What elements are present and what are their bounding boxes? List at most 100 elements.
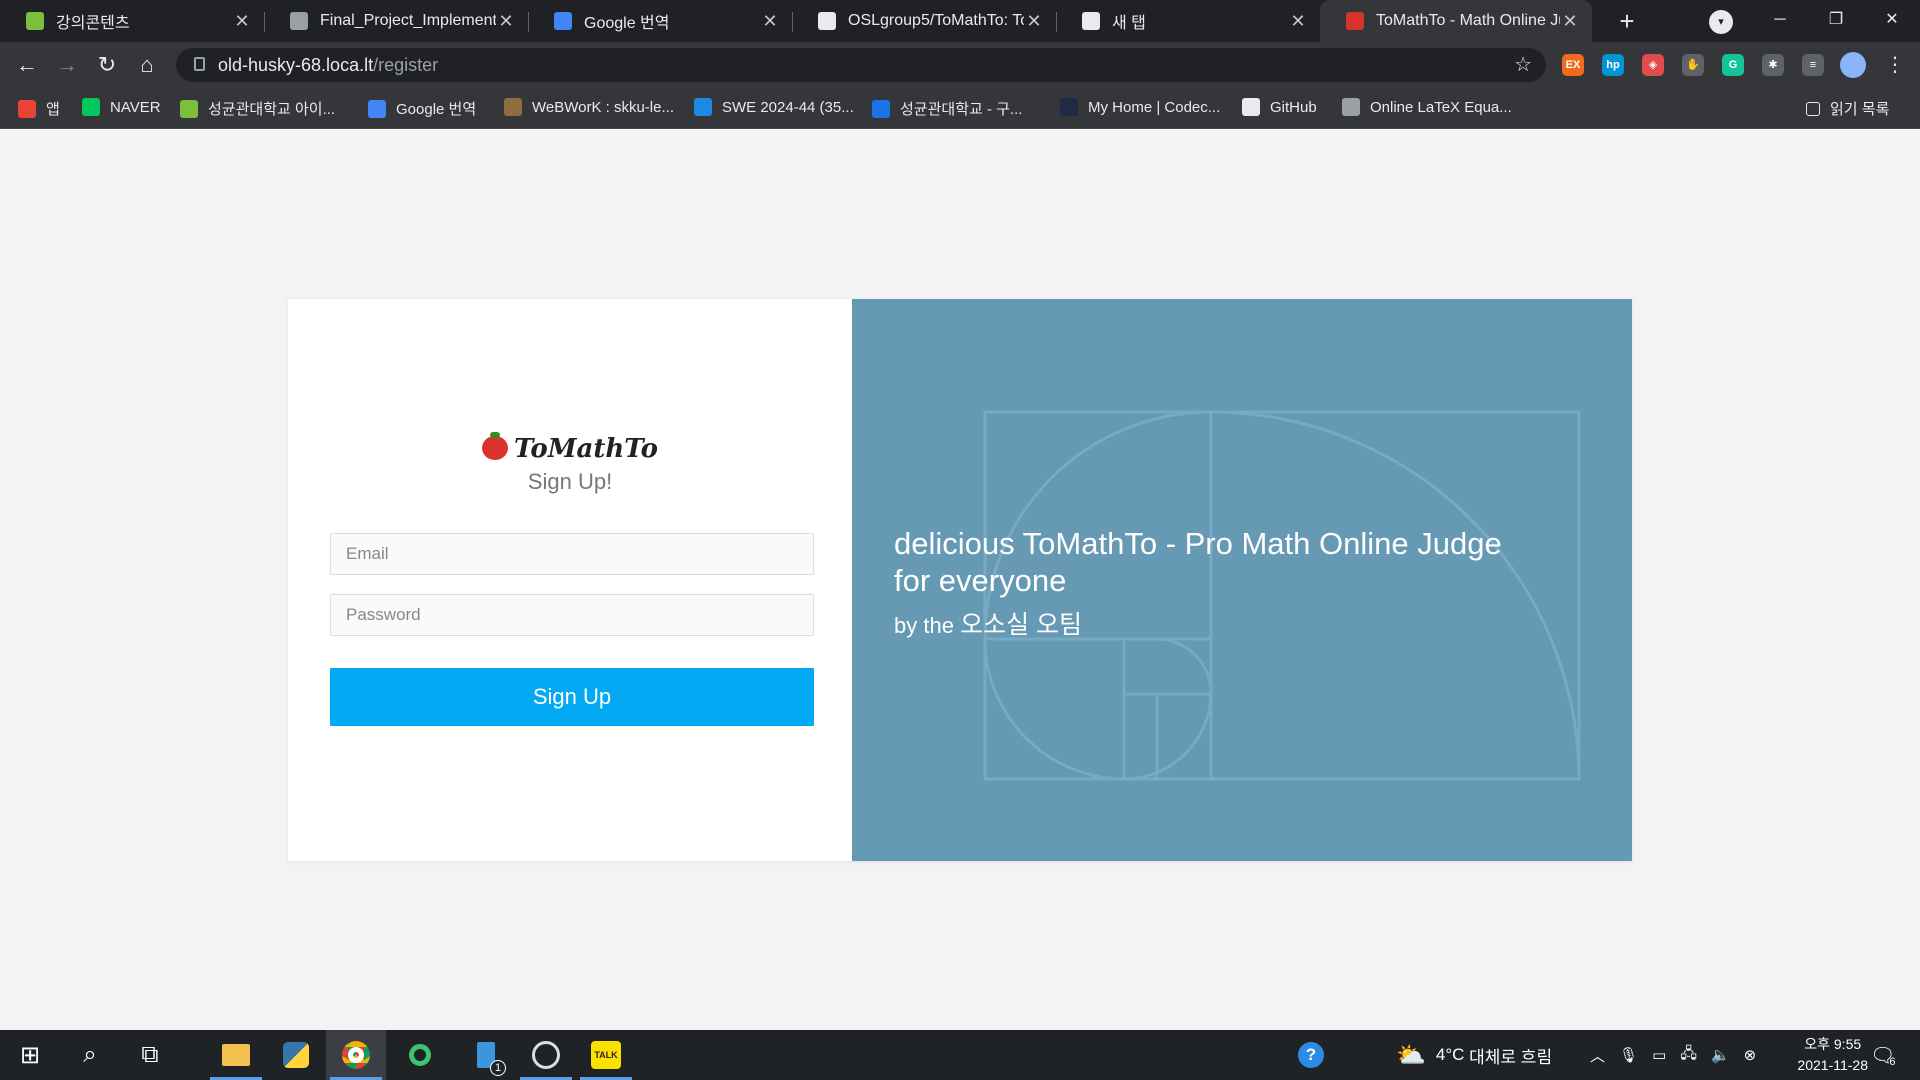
hand-extension-icon[interactable]: ✋ bbox=[1682, 54, 1704, 76]
bookmark-item[interactable]: WeBWorK : skku-le... bbox=[504, 98, 674, 116]
tomato-icon bbox=[1346, 12, 1364, 30]
bookmark-item[interactable]: NAVER bbox=[82, 98, 161, 116]
naver-icon bbox=[82, 98, 100, 116]
help-icon[interactable]: ? bbox=[1298, 1030, 1324, 1080]
close-tab-icon[interactable]: ✕ bbox=[1024, 11, 1044, 32]
home-button[interactable]: ⌂ bbox=[132, 50, 162, 80]
microphone-icon[interactable]: 🎙 bbox=[1619, 1046, 1638, 1064]
bookmark-label: 앱 bbox=[46, 101, 60, 118]
tab-3[interactable]: Google 번역 ✕ bbox=[528, 0, 792, 42]
bookmark-label: WeBWorK : skku-le... bbox=[532, 98, 674, 116]
ime-icon[interactable]: ⊗ bbox=[1744, 1046, 1757, 1064]
url-text[interactable]: old-husky-68.loca.lt/register bbox=[218, 55, 438, 76]
bookmark-item[interactable]: Online LaTeX Equa... bbox=[1342, 98, 1512, 116]
leaf-icon bbox=[180, 99, 198, 118]
password-field[interactable] bbox=[330, 594, 814, 636]
bookmark-star-icon[interactable]: ☆ bbox=[1514, 52, 1532, 77]
hero-panel: delicious ToMathTo - Pro Math Online Jud… bbox=[852, 299, 1632, 861]
ex-extension-icon[interactable]: EX bbox=[1562, 54, 1584, 76]
tab-4[interactable]: OSLgroup5/ToMathTo: ToMathTo✕ bbox=[792, 0, 1056, 42]
chrome-icon bbox=[1082, 12, 1100, 30]
close-tab-icon[interactable]: ✕ bbox=[760, 11, 780, 32]
tab-separator bbox=[1056, 12, 1057, 32]
search-icon[interactable]: ⌕ bbox=[60, 1030, 120, 1080]
windows-taskbar: ⊞ ⌕ ⧉ 1 TALK ? ⛅ 4°C 대체로 흐림 ︿ 🎙 ▭ 🖧 🔈 ⊗ 오… bbox=[0, 1030, 1920, 1080]
tab-6[interactable]: ToMathTo - Math Online Judge✕ bbox=[1320, 0, 1592, 42]
email-field[interactable] bbox=[330, 533, 814, 575]
leaf-icon bbox=[26, 12, 44, 30]
clock[interactable]: 오후 9:55 2021-11-28 bbox=[1797, 1034, 1868, 1076]
register-card: ToMathTo Sign Up! Sign Up bbox=[288, 299, 1632, 861]
reload-button[interactable]: ↻ bbox=[92, 50, 122, 80]
close-tab-icon[interactable]: ✕ bbox=[496, 11, 516, 32]
gear-icon bbox=[1342, 98, 1360, 116]
notification-center-icon[interactable]: 🗨 6 bbox=[1870, 1030, 1896, 1080]
volume-icon[interactable]: 🔈 bbox=[1711, 1046, 1730, 1064]
bookmark-item[interactable]: 성균관대학교 아이... bbox=[180, 98, 335, 119]
bookmark-item[interactable]: My Home | Codec... bbox=[1060, 98, 1220, 116]
new-tab-button[interactable]: + bbox=[1612, 6, 1642, 36]
tab-5[interactable]: 새 탭 ✕ bbox=[1056, 0, 1320, 42]
brand-logo: ToMathTo bbox=[288, 432, 852, 464]
tab-title: 새 탭 bbox=[1112, 15, 1146, 32]
profile-avatar[interactable] bbox=[1840, 52, 1866, 78]
chrome-taskbar-icon[interactable] bbox=[326, 1030, 386, 1080]
apps-grid-icon bbox=[18, 99, 36, 118]
lock-icon[interactable] bbox=[194, 57, 205, 71]
p-icon bbox=[694, 98, 712, 116]
grammarly-extension-icon[interactable]: G bbox=[1722, 54, 1744, 76]
menu-kebab-icon[interactable]: ⋮ bbox=[1880, 50, 1910, 80]
reading-list-button[interactable]: 읽기 목록 bbox=[1806, 98, 1889, 119]
bookmark-item[interactable]: Google 번역 bbox=[368, 98, 476, 119]
tab-search-icon[interactable]: ▾ bbox=[1709, 10, 1733, 34]
line-app-icon[interactable] bbox=[390, 1030, 450, 1080]
tab-title: 강의콘텐츠 bbox=[56, 15, 130, 32]
network-icon[interactable]: 🖧 bbox=[1680, 1043, 1697, 1068]
close-tab-icon[interactable]: ✕ bbox=[1288, 11, 1308, 32]
github-icon bbox=[818, 12, 836, 30]
tab-1[interactable]: 강의콘텐츠 ✕ bbox=[0, 0, 264, 42]
tab-title: Google 번역 bbox=[584, 15, 670, 32]
codecademy-icon bbox=[1060, 98, 1078, 116]
hero-title: delicious ToMathTo - Pro Math Online Jud… bbox=[894, 526, 1502, 598]
start-windows-icon[interactable]: ⊞ bbox=[0, 1030, 60, 1080]
minimize-button[interactable]: ─ bbox=[1752, 0, 1808, 40]
close-window-button[interactable]: ✕ bbox=[1864, 0, 1920, 40]
puzzle-extension-icon[interactable]: ✱ bbox=[1762, 54, 1784, 76]
tab-2[interactable]: Final_Project_Implementation✕ bbox=[264, 0, 528, 42]
task-view-icon[interactable]: ⧉ bbox=[120, 1030, 180, 1080]
explorer-badge-icon[interactable]: 1 bbox=[456, 1030, 516, 1080]
tab-separator bbox=[264, 12, 265, 32]
restore-button[interactable]: ❐ bbox=[1808, 0, 1864, 40]
battery-icon[interactable]: ▭ bbox=[1652, 1046, 1666, 1064]
hp-extension-icon[interactable]: hp bbox=[1602, 54, 1624, 76]
media-extension-icon[interactable]: ≡ bbox=[1802, 54, 1824, 76]
bookmark-item[interactable]: 성균관대학교 - 구... bbox=[872, 98, 1022, 119]
weather-widget[interactable]: ⛅ 4°C 대체로 흐림 bbox=[1396, 1030, 1552, 1080]
address-bar[interactable]: old-husky-68.loca.lt/register ☆ bbox=[176, 48, 1546, 82]
register-form-panel: ToMathTo Sign Up! Sign Up bbox=[288, 299, 852, 861]
bookmark-item[interactable]: 앱 bbox=[18, 98, 60, 119]
shield-extension-icon[interactable]: ◈ bbox=[1642, 54, 1664, 76]
bookmark-item[interactable]: SWE 2024-44 (35... bbox=[694, 98, 854, 116]
bookmark-label: 성균관대학교 아이... bbox=[208, 101, 336, 118]
file-explorer-icon[interactable] bbox=[206, 1030, 266, 1080]
forward-button[interactable]: → bbox=[52, 50, 82, 80]
kakaotalk-icon[interactable]: TALK bbox=[576, 1030, 636, 1080]
page-content: ToMathTo Sign Up! Sign Up bbox=[0, 129, 1920, 1030]
close-tab-icon[interactable]: ✕ bbox=[232, 11, 252, 32]
google-translate-icon bbox=[554, 12, 572, 30]
bookmark-item[interactable]: GitHub bbox=[1242, 98, 1317, 116]
python-icon[interactable] bbox=[266, 1030, 326, 1080]
bookmark-label: Google 번역 bbox=[396, 101, 477, 118]
obs-icon[interactable] bbox=[516, 1030, 576, 1080]
sign-up-button[interactable]: Sign Up bbox=[330, 668, 814, 726]
close-tab-icon[interactable]: ✕ bbox=[1560, 11, 1580, 32]
tab-title: ToMathTo - Math Online Judge bbox=[1376, 12, 1560, 29]
page-subtitle: Sign Up! bbox=[527, 469, 613, 494]
chevron-up-icon[interactable]: ︿ bbox=[1590, 1045, 1605, 1066]
cloud-sun-icon: ⛅ bbox=[1396, 1041, 1426, 1069]
bookmarks-bar: 읽기 목록 앱 NAVER 성균관대학교 아이... Google 번역 WeBWorK… bbox=[0, 88, 1920, 129]
back-button[interactable]: ← bbox=[12, 50, 42, 80]
window-controls: ─ ❐ ✕ bbox=[1752, 0, 1920, 42]
